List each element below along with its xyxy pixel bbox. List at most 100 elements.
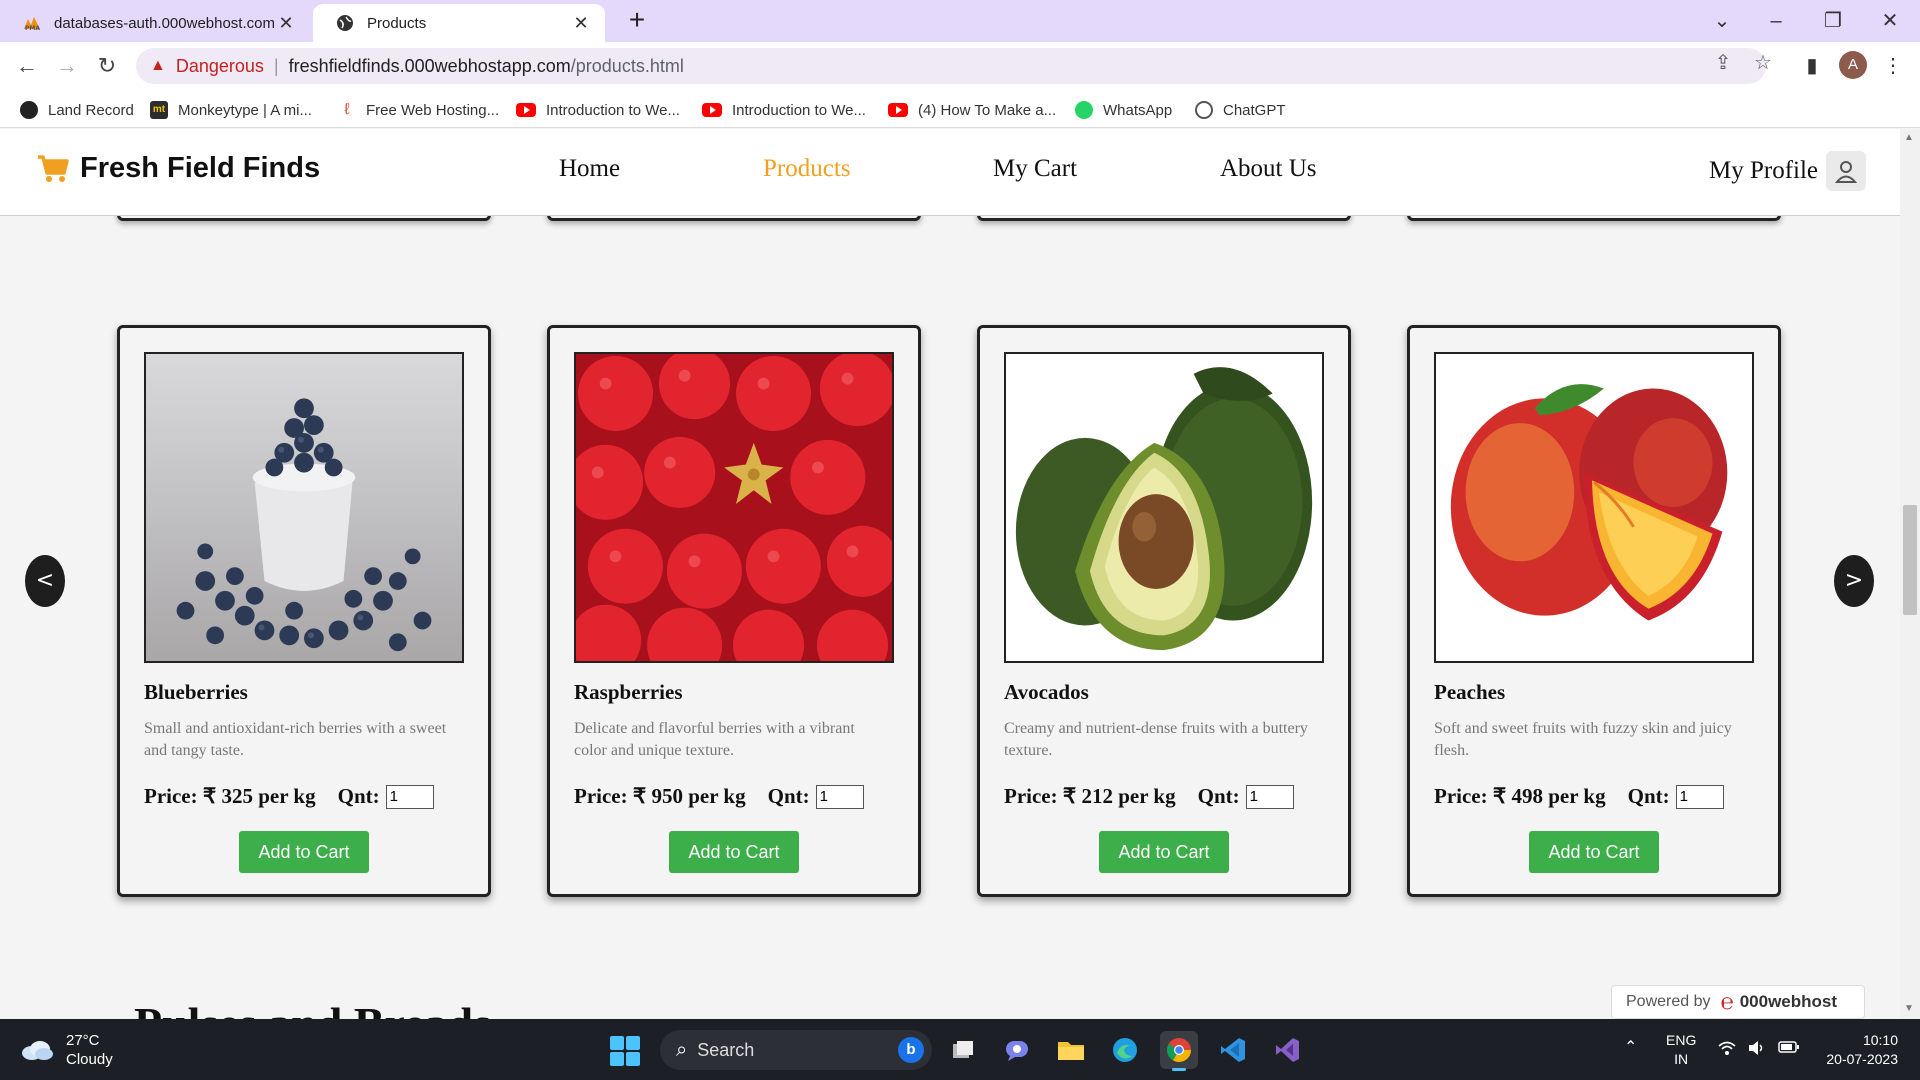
bookmark-monkeytype[interactable]: mt Monkeytype | A mi... (150, 98, 312, 122)
section-heading: Pulses and Breads (134, 997, 491, 1019)
minimize-icon[interactable]: – (1756, 6, 1796, 36)
product-name: Peaches (1434, 680, 1506, 704)
bookmark-label: Free Web Hosting... (366, 101, 500, 119)
product-card-avocados: Avocados Creamy and nutrient-dense fruit… (977, 325, 1351, 897)
tray-overflow-chevron-icon[interactable]: ⌃ (1624, 1037, 1637, 1057)
quantity-input[interactable] (385, 784, 434, 809)
url-path: /products.html (570, 55, 684, 76)
tab-search-chevron-icon[interactable]: ⌄ (1702, 6, 1742, 36)
powered-by-label: Powered by (1626, 993, 1711, 1010)
product-description: Soft and sweet fruits with fuzzy skin an… (1434, 720, 1732, 759)
carousel-next-button[interactable]: > (1834, 555, 1874, 607)
address-bar[interactable]: ▲ Dangerous | freshfieldfinds.000webhost… (136, 48, 1766, 84)
bookmark-free-web-hosting[interactable]: ℓ Free Web Hosting... (338, 98, 499, 122)
profile-avatar[interactable]: A (1839, 51, 1867, 79)
bookmark-label: (4) How To Make a... (918, 101, 1057, 119)
nav-products[interactable]: Products (763, 155, 851, 183)
taskbar-search-placeholder: Search (697, 1039, 755, 1060)
bookmark-label: WhatsApp (1103, 101, 1173, 119)
product-card-blueberries: Blueberries Small and antioxidant-rich b… (117, 325, 491, 897)
language-line2: IN (1674, 1051, 1689, 1067)
product-name: Avocados (1004, 680, 1089, 704)
browser-tab-strip: PMA databases-auth.000webhost.com ✕ Prod… (0, 0, 1920, 42)
edge-browser-icon[interactable] (1106, 1031, 1144, 1069)
side-panel-icon[interactable]: ▮ (1797, 51, 1827, 81)
nav-my-profile[interactable]: My Profile (1709, 151, 1867, 191)
bookmark-introduction-2[interactable]: Introduction to We... (702, 98, 866, 122)
wifi-icon (1718, 1040, 1736, 1061)
bookmark-chatgpt[interactable]: ChatGPT (1195, 98, 1286, 122)
monkeytype-icon: mt (150, 101, 168, 119)
bookmark-land-record[interactable]: Land Record (20, 98, 134, 122)
teams-chat-icon[interactable] (998, 1031, 1036, 1069)
browser-tab-databases[interactable]: PMA databases-auth.000webhost.com ✕ (0, 4, 310, 42)
scroll-down-arrow-icon[interactable]: ▼ (1904, 1003, 1914, 1014)
bookmark-whatsapp[interactable]: WhatsApp (1075, 98, 1172, 122)
close-window-icon[interactable]: ✕ (1870, 6, 1910, 36)
youtube-icon (888, 103, 908, 117)
windows-start-icon[interactable] (610, 1036, 640, 1066)
task-view-icon[interactable] (944, 1031, 982, 1069)
visual-studio-icon[interactable] (1268, 1031, 1306, 1069)
close-tab-icon[interactable]: ✕ (571, 13, 591, 34)
nav-about-us[interactable]: About Us (1220, 155, 1317, 183)
quantity-label: Qnt: (767, 784, 810, 808)
file-explorer-icon[interactable] (1052, 1031, 1090, 1069)
close-tab-icon[interactable]: ✕ (276, 13, 296, 34)
address-separator: | (273, 55, 279, 76)
browser-tab-products[interactable]: Products ✕ (313, 4, 605, 42)
weather-widget[interactable]: 27°C Cloudy (20, 1031, 113, 1069)
add-to-cart-button[interactable]: Add to Cart (669, 831, 799, 873)
system-tray-icons[interactable] (1718, 1040, 1800, 1061)
add-to-cart-button[interactable]: Add to Cart (1099, 831, 1229, 873)
language-line1: ENG (1666, 1032, 1697, 1048)
system-clock[interactable]: 10:10 20-07-2023 (1810, 1031, 1898, 1069)
scrollbar-thumb[interactable] (1903, 505, 1917, 615)
carousel-prev-button[interactable]: < (25, 555, 65, 607)
whatsapp-icon (1075, 101, 1093, 119)
language-indicator[interactable]: ENG IN (1666, 1031, 1696, 1069)
add-to-cart-button[interactable]: Add to Cart (1529, 831, 1659, 873)
nav-home[interactable]: Home (559, 155, 620, 183)
product-card-peaches: Peaches Soft and sweet fruits with fuzzy… (1407, 325, 1781, 897)
scroll-up-arrow-icon[interactable]: ▲ (1904, 132, 1914, 143)
quantity-input[interactable] (1245, 784, 1294, 809)
battery-icon (1778, 1040, 1800, 1061)
product-price: Price: ₹ 212 per kg (1004, 784, 1176, 808)
taskbar-search-box[interactable]: ⌕ Search b (660, 1030, 932, 1070)
price-row: Price: ₹ 498 per kg Qnt: (1434, 784, 1724, 809)
quantity-input[interactable] (1675, 784, 1724, 809)
quantity-input[interactable] (815, 784, 864, 809)
product-image-blueberries (144, 352, 464, 663)
reload-icon[interactable]: ↻ (92, 51, 122, 81)
brand-logo[interactable]: Fresh Field Finds (36, 151, 320, 185)
powered-by-badge[interactable]: Powered by ℮ 000webhost (1611, 985, 1865, 1019)
forward-icon[interactable]: → (52, 51, 82, 81)
youtube-icon (702, 103, 722, 117)
youtube-icon (516, 103, 536, 117)
bookmark-label: Land Record (48, 101, 134, 119)
chrome-browser-icon[interactable] (1160, 1031, 1198, 1071)
search-icon: ⌕ (676, 1038, 688, 1061)
page-viewport: Fresh Field Finds Home Products My Cart … (0, 129, 1900, 1019)
restore-icon[interactable]: ❐ (1813, 6, 1853, 36)
product-card-raspberries: Raspberries Delicate and flavorful berri… (547, 325, 921, 897)
add-to-cart-button[interactable]: Add to Cart (239, 831, 369, 873)
bookmark-introduction-1[interactable]: Introduction to We... (516, 98, 680, 122)
nav-my-cart[interactable]: My Cart (993, 155, 1077, 183)
webhost-icon: ℓ (344, 101, 350, 118)
warning-icon: ▲ (150, 57, 166, 74)
bookmarks-bar: Land Record mt Monkeytype | A mi... ℓ Fr… (0, 90, 1920, 128)
product-price: Price: ₹ 498 per kg (1434, 784, 1606, 808)
menu-kebab-icon[interactable]: ⋮ (1878, 51, 1908, 81)
new-tab-button[interactable]: + (622, 6, 652, 36)
product-name: Blueberries (144, 680, 248, 704)
back-icon[interactable]: ← (12, 51, 42, 81)
bookmark-star-icon[interactable]: ☆ (1748, 50, 1778, 75)
bookmark-how-to-make[interactable]: (4) How To Make a... (888, 98, 1056, 122)
vscode-icon[interactable] (1214, 1031, 1252, 1069)
share-icon[interactable]: ⇪ (1708, 50, 1738, 75)
webhost-logo-icon: ℮ (1720, 989, 1734, 1014)
brand-name: Fresh Field Finds (80, 151, 321, 184)
quantity-label: Qnt: (1197, 784, 1240, 808)
